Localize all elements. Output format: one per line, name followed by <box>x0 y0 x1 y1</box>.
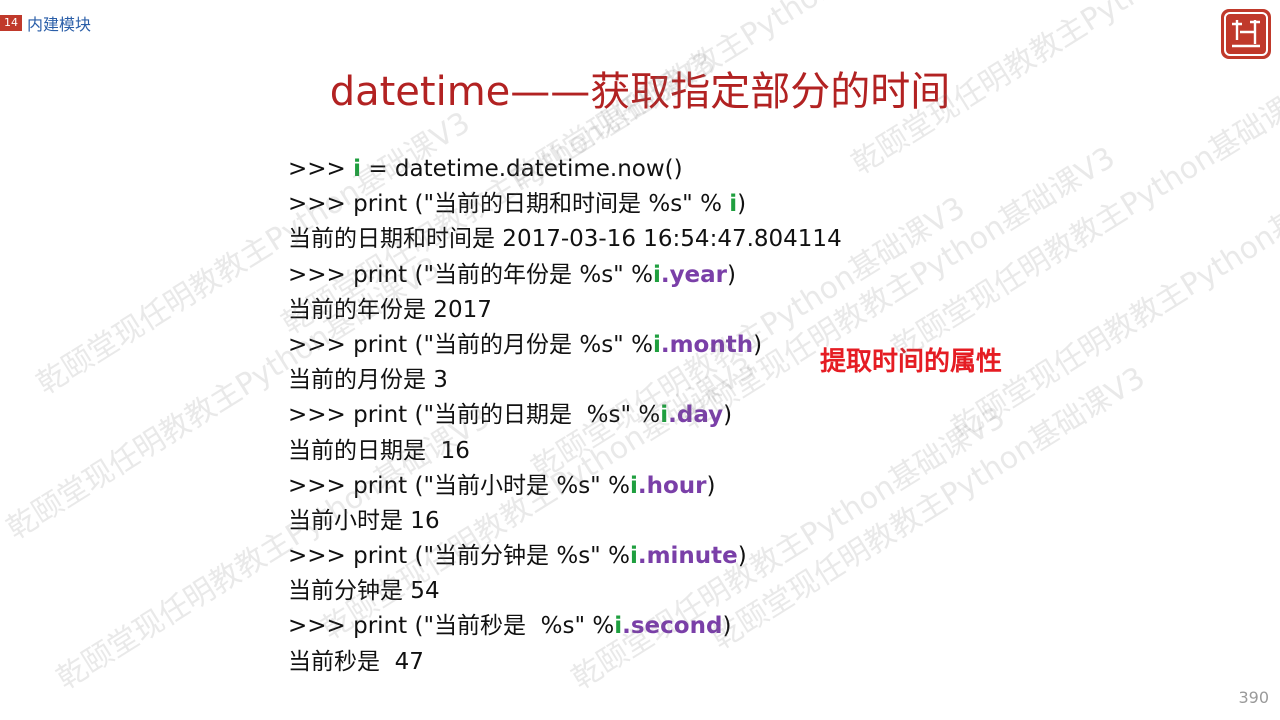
code-variable: i <box>652 261 661 288</box>
page-title: datetime——获取指定部分的时间 <box>329 69 951 115</box>
annotation-label: 提取时间的属性 <box>820 347 1003 377</box>
code-text: 当前的年份是 2017 <box>288 296 492 323</box>
code-text: 当前小时是 16 <box>288 507 440 534</box>
code-line: 当前分钟是 54 <box>288 574 842 609</box>
code-attribute: .month <box>660 331 754 358</box>
code-text: ) <box>706 472 716 499</box>
code-line: >>> print ("当前的月份是 %s" %i.month) <box>288 328 842 363</box>
code-text: = datetime.datetime.now() <box>361 156 683 182</box>
code-line: >>> print ("当前的日期是 %s" %i.day) <box>288 398 842 433</box>
code-line: 当前的日期是 16 <box>288 434 842 469</box>
code-line: >>> print ("当前的年份是 %s" %i.year) <box>288 258 842 293</box>
code-attribute: .minute <box>637 543 738 570</box>
page-number: 390 <box>1238 688 1269 707</box>
code-text: >>> print ("当前的月份是 %s" % <box>288 331 653 358</box>
code-line: >>> i = datetime.datetime.now() <box>288 152 842 187</box>
code-variable: i <box>353 156 362 182</box>
code-line: 当前小时是 16 <box>288 504 842 539</box>
code-text: 当前分钟是 54 <box>288 578 440 605</box>
code-text: ) <box>737 543 747 570</box>
code-text: ) <box>753 331 763 358</box>
code-text: ) <box>727 261 737 288</box>
code-variable: i <box>660 402 669 429</box>
code-line: 当前的日期和时间是 2017-03-16 16:54:47.804114 <box>288 222 842 257</box>
code-line: 当前秒是 47 <box>288 645 842 680</box>
code-line: >>> print ("当前分钟是 %s" %i.minute) <box>288 539 842 574</box>
code-attribute: .year <box>660 261 728 288</box>
seal-logo-icon <box>1221 9 1271 59</box>
code-text: 当前的日期和时间是 2017-03-16 16:54:47.804114 <box>288 226 842 253</box>
code-line: >>> print ("当前秒是 %s" %i.second) <box>288 609 842 644</box>
code-text: >>> print ("当前的年份是 %s" % <box>288 261 653 288</box>
code-variable: i <box>614 613 623 640</box>
code-block: >>> i = datetime.datetime.now() >>> print… <box>288 152 842 680</box>
code-variable: i <box>629 543 638 570</box>
code-text: >>> print ("当前的日期和时间是 %s" % <box>288 191 730 218</box>
code-text: >>> <box>288 156 354 182</box>
code-line: 当前的年份是 2017 <box>288 293 842 328</box>
code-text: ) <box>737 191 747 218</box>
chapter-number: 14 <box>0 15 22 31</box>
code-line: >>> print ("当前小时是 %s" %i.hour) <box>288 469 842 504</box>
chapter-label: 14 内建模块 <box>0 11 91 35</box>
code-line: >>> print ("当前的日期和时间是 %s" % i) <box>288 187 842 222</box>
code-text: ) <box>723 402 733 429</box>
code-text: >>> print ("当前小时是 %s" % <box>288 472 630 499</box>
code-line: 当前的月份是 3 <box>288 363 842 398</box>
code-attribute: .hour <box>637 472 707 499</box>
code-text: ) <box>722 613 732 640</box>
watermark-text: 乾颐堂现任明教教主Python基础课V3 <box>946 150 1280 447</box>
code-text: 当前秒是 47 <box>288 648 424 675</box>
code-text: >>> print ("当前分钟是 %s" % <box>288 543 630 570</box>
code-variable: i <box>652 331 661 358</box>
code-attribute: .day <box>668 402 724 429</box>
code-text: 当前的月份是 3 <box>288 367 448 394</box>
code-variable: i <box>729 191 738 218</box>
chapter-title: 内建模块 <box>27 15 92 34</box>
code-text: >>> print ("当前秒是 %s" % <box>288 613 615 640</box>
code-text: 当前的日期是 16 <box>288 437 470 464</box>
code-attribute: .second <box>622 613 723 640</box>
code-variable: i <box>629 472 638 499</box>
code-text: >>> print ("当前的日期是 %s" % <box>288 402 661 429</box>
